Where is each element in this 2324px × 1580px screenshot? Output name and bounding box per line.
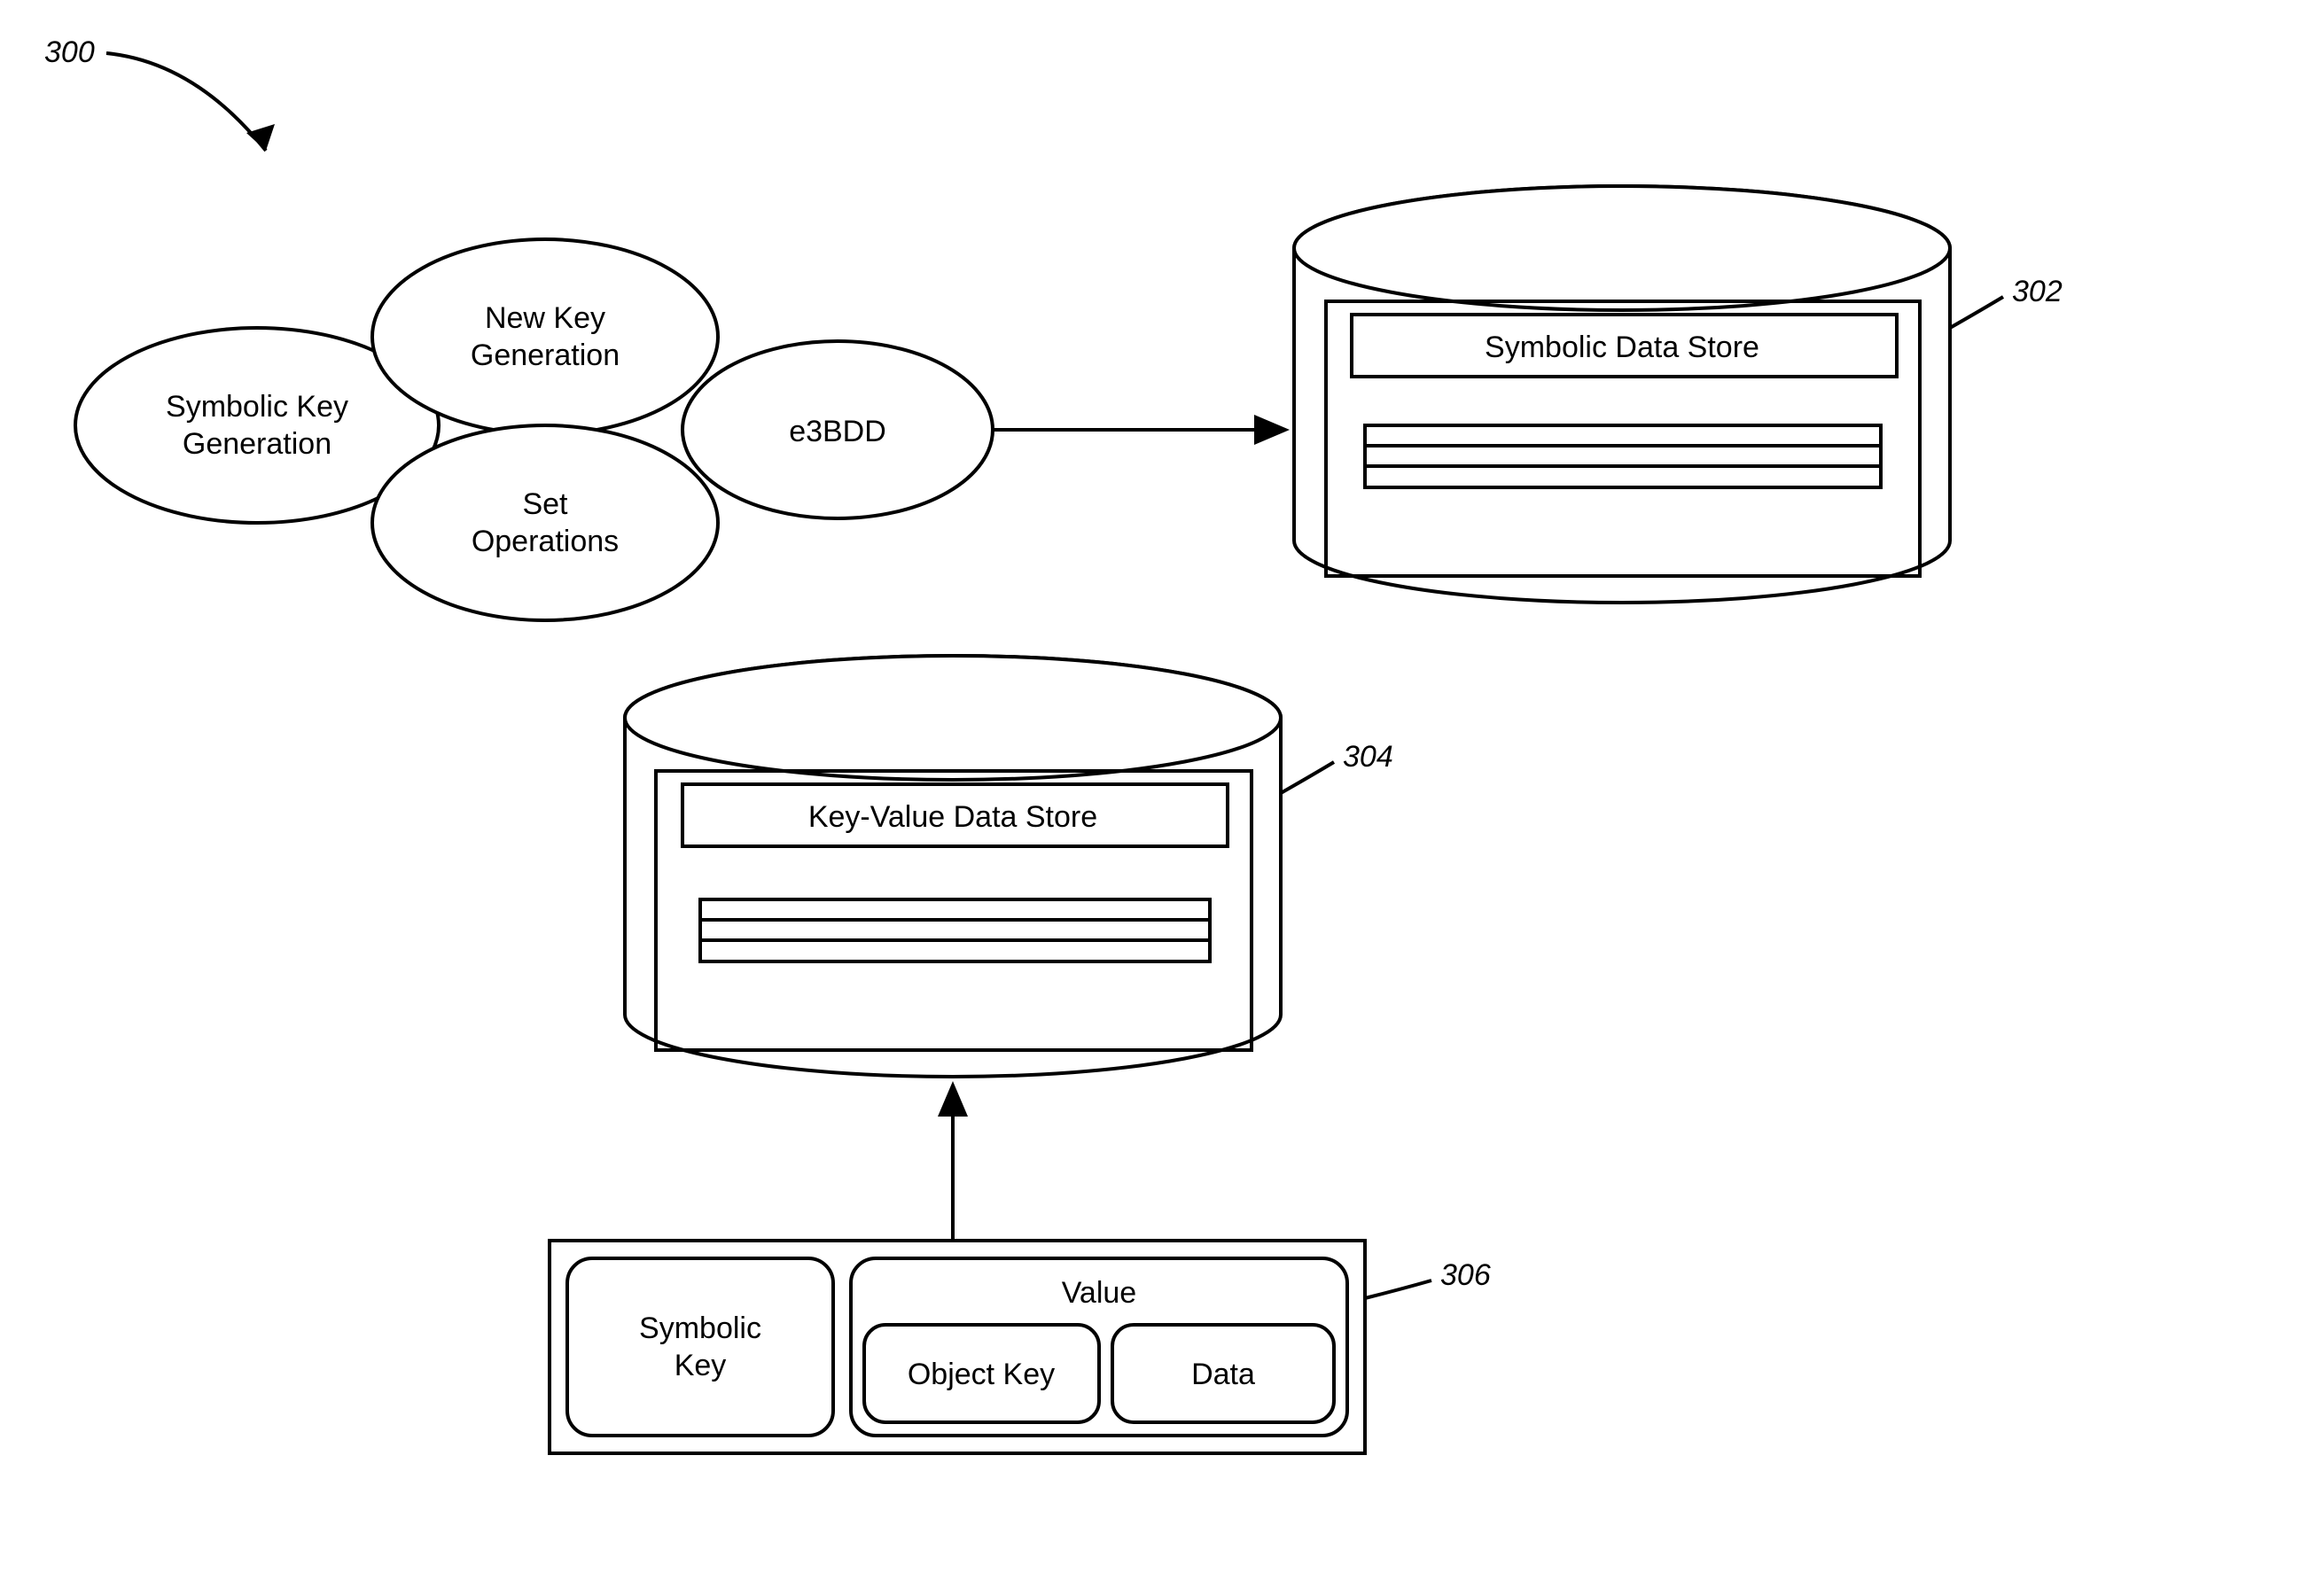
ellipse-symbolic-key-gen-line1: Symbolic Key <box>166 390 348 424</box>
ellipse-set-ops: Set Operations <box>372 425 718 620</box>
ellipse-e3bdd: e3BDD <box>682 341 993 518</box>
ellipse-new-key-gen-line2: Generation <box>471 339 620 372</box>
record-objkey-label: Object Key <box>908 1358 1055 1391</box>
db-symbolic-title: Symbolic Data Store <box>1485 331 1759 364</box>
ref-302-label: 302 <box>2012 275 2063 308</box>
ref-302: 302 <box>1950 275 2063 328</box>
ellipse-cluster: Symbolic Key Generation New Key Generati… <box>75 239 993 620</box>
ref-300-arrow-path <box>106 53 266 151</box>
ref-304: 304 <box>1281 740 1393 793</box>
record-symkey-line2: Key <box>675 1349 727 1382</box>
ref-304-label: 304 <box>1343 740 1393 774</box>
ellipse-e3bdd-label: e3BDD <box>789 415 886 448</box>
record-symkey-line1: Symbolic <box>639 1311 761 1345</box>
arrow-e3bdd-to-symbolic-db <box>993 415 1290 445</box>
db-kv: Key-Value Data Store <box>625 656 1281 1077</box>
ellipse-symbolic-key-gen-line2: Generation <box>183 427 331 461</box>
record-block: Symbolic Key Value Object Key Data <box>550 1241 1365 1453</box>
record-data-label: Data <box>1191 1358 1255 1391</box>
ellipse-set-ops-line2: Operations <box>472 525 619 558</box>
record-value-label: Value <box>1062 1276 1136 1310</box>
ref-306-label: 306 <box>1440 1258 1491 1292</box>
db-kv-title: Key-Value Data Store <box>808 800 1097 834</box>
ellipse-set-ops-line1: Set <box>522 487 568 521</box>
ref-306: 306 <box>1365 1258 1491 1298</box>
arrow-record-to-kv-db <box>938 1081 968 1241</box>
ref-300-label: 300 <box>44 35 95 69</box>
ellipse-new-key-gen: New Key Generation <box>372 239 718 434</box>
ellipse-new-key-gen-line1: New Key <box>485 301 605 335</box>
db-symbolic: Symbolic Data Store <box>1294 186 1950 603</box>
